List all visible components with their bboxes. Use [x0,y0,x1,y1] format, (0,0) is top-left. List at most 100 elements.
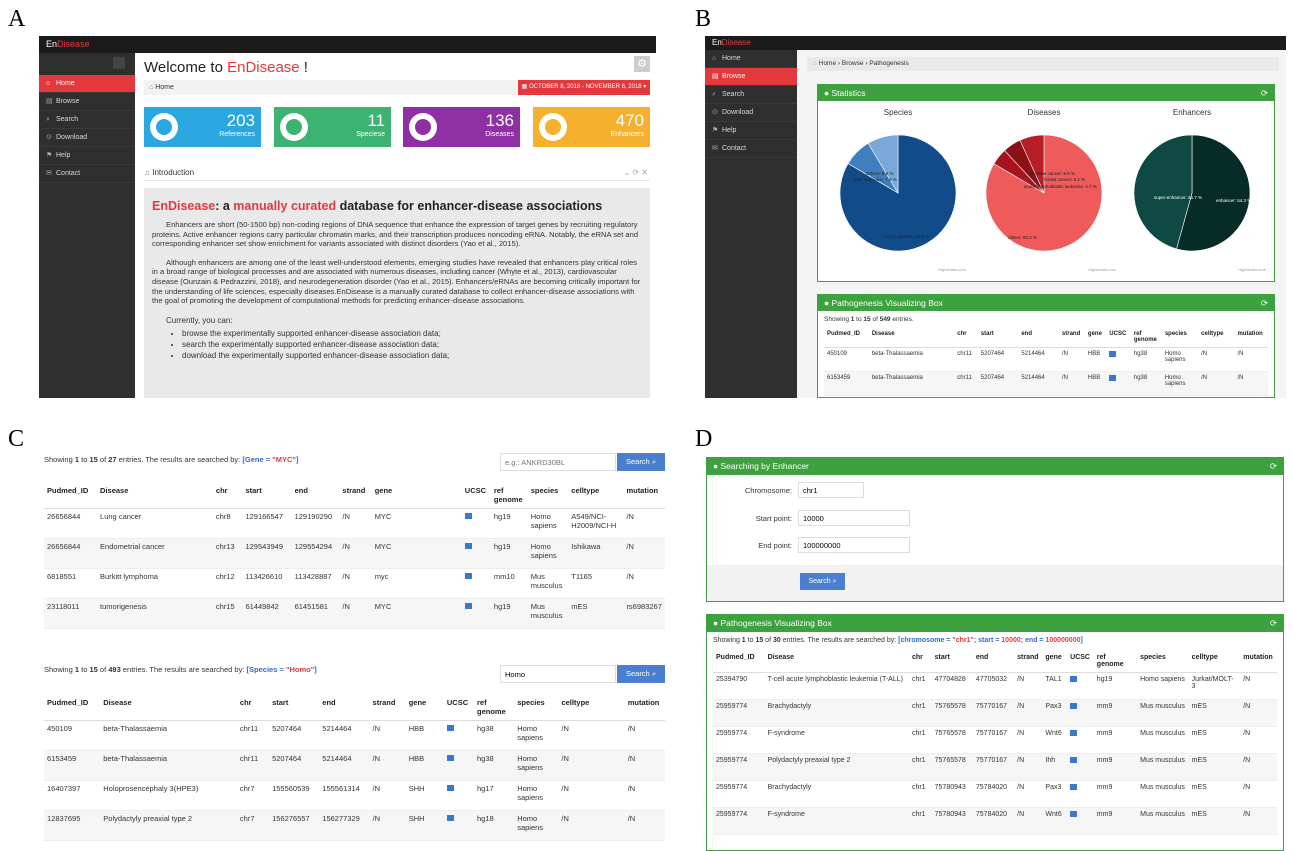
pie-enhancers[interactable] [1133,134,1251,252]
brand-en[interactable]: En [712,38,722,47]
column-header[interactable]: ref genome [490,482,528,509]
column-header[interactable]: ref genome [474,694,515,721]
sidebar-item-download[interactable]: ⊙ Download [705,104,797,122]
breadcrumb-browse[interactable]: Browse [842,60,864,67]
column-header[interactable]: celltype [1198,327,1235,348]
sidebar-item-home[interactable]: ⌂ Home [39,75,135,93]
sidebar-item-search[interactable]: ⌕ Search [705,86,797,104]
panel-controls-icon[interactable]: ⌄ ⟳ ✕ [623,165,648,181]
column-header[interactable]: species [527,482,569,509]
sidebar-item-home[interactable]: ⌂ Home [705,50,797,68]
credit-1[interactable]: Highcharts.com [938,267,966,272]
table-cell[interactable]: 25959774 [713,726,765,754]
stat-card-enhancers[interactable]: 470 Enhancers [533,107,650,147]
column-header[interactable]: UCSC [443,694,475,721]
sidebar-item-help[interactable]: ⚑ Help [39,147,135,165]
column-header[interactable]: strand [369,694,406,721]
ucsc-image-icon[interactable] [1070,784,1078,790]
sidebar-item-search[interactable]: ⌕ Search [39,111,135,129]
column-header[interactable]: end [319,694,370,721]
column-header[interactable]: gene [405,694,444,721]
sidebar-item-help[interactable]: ⚑ Help [705,122,797,140]
table-cell[interactable]: 25959774 [713,780,765,808]
column-header[interactable]: chr [954,327,978,348]
credit-3[interactable]: Highcharts.com [1238,267,1266,272]
column-header[interactable]: gene [1042,650,1068,673]
pie-diseases[interactable] [985,134,1103,252]
column-header[interactable]: end [291,482,340,509]
chromosome-input[interactable] [798,482,864,498]
column-header[interactable]: Pudmed_ID [713,650,765,673]
refresh-icon[interactable]: ⟳ [1270,615,1277,632]
table-cell[interactable]: 450109 [824,347,869,372]
sidebar-item-contact[interactable]: ✉ Contact [39,165,135,183]
breadcrumb-home[interactable]: Home [819,60,836,67]
ucsc-image-icon[interactable] [446,725,454,731]
column-header[interactable]: Pudmed_ID [824,327,869,348]
search-button[interactable]: Search ⌕ [617,665,665,683]
stat-card-diseases[interactable]: 136 Diseases [403,107,520,147]
column-header[interactable]: Disease [97,482,213,509]
stat-card-speciese[interactable]: 11 Speciese [274,107,391,147]
column-header[interactable]: celltype [1188,650,1241,673]
column-header[interactable]: ref genome [1130,327,1162,348]
brand-disease[interactable]: Disease [57,39,90,49]
table-cell[interactable]: Brachydactyly [764,780,909,808]
column-header[interactable]: start [977,327,1019,348]
column-header[interactable]: end [1018,327,1059,348]
table-cell[interactable]: 16407397 [44,780,101,811]
search-button[interactable]: Search ⌕ [617,453,665,471]
column-header[interactable]: strand [1014,650,1043,673]
column-header[interactable]: chr [236,694,270,721]
table-cell[interactable]: Lung cancer [97,508,213,539]
column-header[interactable]: species [1137,650,1189,673]
sidebar-item-download[interactable]: ⊙ Download [39,129,135,147]
table-cell[interactable]: beta-Thalassaemia [868,371,955,396]
ucsc-image-icon[interactable] [1109,375,1117,381]
table-cell[interactable]: 23118011 [44,598,98,629]
table-cell[interactable]: Holoprosencephaly 3(HPE3) [100,780,237,811]
column-header[interactable]: ref genome [1093,650,1138,673]
refresh-icon[interactable]: ⟳ [1261,85,1268,101]
ucsc-image-icon[interactable] [1070,730,1078,736]
table-cell[interactable]: 450109 [44,720,101,751]
ucsc-image-icon[interactable] [464,513,472,519]
column-header[interactable]: start [269,694,320,721]
ucsc-image-icon[interactable] [464,543,472,549]
refresh-icon[interactable]: ⟳ [1270,458,1277,475]
table-cell[interactable]: F-syndrome [764,807,909,835]
column-header[interactable]: Pudmed_ID [44,694,101,721]
refresh-icon[interactable]: ⟳ [1261,295,1268,311]
settings-gear-icon[interactable]: ⚙ [634,56,650,72]
start-point-input[interactable] [798,510,910,526]
table-cell[interactable]: Endometrial cancer [97,538,213,569]
table-cell[interactable]: beta-Thalassaemia [100,720,237,751]
table-cell[interactable]: 25959774 [713,753,765,781]
search-button[interactable]: Search ⌕ [800,573,845,590]
column-header[interactable]: chr [908,650,932,673]
column-header[interactable]: UCSC [461,482,491,509]
sidebar-item-browse[interactable]: ▤ Browse [39,93,135,111]
column-header[interactable]: UCSC [1106,327,1131,348]
ucsc-image-icon[interactable] [464,573,472,579]
date-range-picker[interactable]: ▦ OCTOBER 8, 2018 - NOVEMBER 6, 2018 ▾ [518,80,650,95]
species-search-input[interactable] [500,665,616,683]
ucsc-image-icon[interactable] [1070,676,1078,682]
table-cell[interactable]: tumorigenesis [97,598,213,629]
column-header[interactable]: celltype [558,694,625,721]
column-header[interactable]: strand [339,482,372,509]
column-header[interactable]: Pudmed_ID [44,482,98,509]
table-cell[interactable]: 6818551 [44,568,98,599]
end-point-input[interactable] [798,537,910,553]
column-header[interactable]: start [242,482,292,509]
ucsc-image-icon[interactable] [446,815,454,821]
ucsc-image-icon[interactable] [1109,351,1117,357]
column-header[interactable]: gene [1084,327,1107,348]
column-header[interactable]: chr [212,482,243,509]
table-cell[interactable]: 12837695 [44,810,101,841]
column-header[interactable]: celltype [568,482,624,509]
table-cell[interactable]: T-cell acute lymphoblastic leukemia (T-A… [764,672,909,700]
ucsc-image-icon[interactable] [1070,703,1078,709]
breadcrumb-home[interactable]: Home [155,84,174,91]
column-header[interactable]: gene [371,482,462,509]
